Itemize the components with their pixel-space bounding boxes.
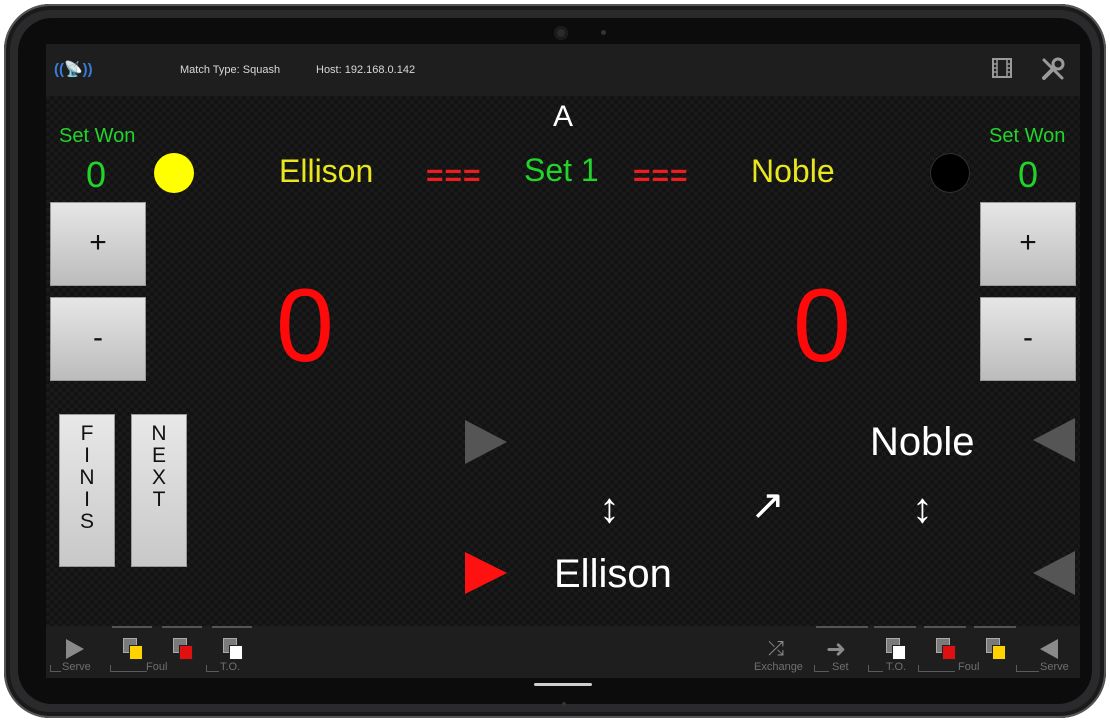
right-set-separator: === [633,159,689,192]
divider [918,665,955,672]
right-serve-label: Serve [1040,661,1069,673]
set-label-bottom: Set [832,661,849,673]
broadcast-icon[interactable]: ((📡)) [54,60,93,78]
right-foul-label: Foul [958,661,980,673]
next-button[interactable]: N E X T [131,414,187,567]
finish-letter: F [80,422,94,445]
next-letter: X [151,466,166,489]
left-player-name: Ellison [279,153,374,189]
divider [112,626,152,628]
left-set-separator: === [426,159,482,192]
left-yellow-card-icon[interactable] [123,638,143,660]
right-red-card-icon[interactable] [936,638,956,660]
bottom-left-serve-arrow-icon[interactable] [465,552,507,594]
tools-icon[interactable] [1040,56,1066,87]
diagonal-switch-icon[interactable]: ↗ [750,484,785,526]
left-timeout-card-icon[interactable] [223,638,243,660]
right-player-name: Noble [751,153,835,189]
front-camera [554,26,568,40]
divider [206,665,219,672]
finish-letter: I [84,488,90,511]
serve-top-player-name: Noble [870,420,975,464]
next-letter: N [151,422,167,445]
right-score: 0 [793,268,851,384]
right-timeout-card-icon[interactable] [886,638,906,660]
divider [162,626,202,628]
serve-bottom-player-name: Ellison [554,552,672,596]
court-label: A [553,100,574,133]
left-sets-won: 0 [86,154,107,195]
right-serve-icon[interactable] [1040,639,1058,659]
right-plus-button[interactable]: + [980,202,1076,286]
exchange-label: Exchange [754,661,803,673]
divider [1016,665,1039,672]
swap-vertical-left-icon[interactable]: ↕ [599,487,620,529]
film-icon[interactable] [990,56,1014,85]
next-letter: E [151,444,166,467]
bottom-right-serve-arrow-icon[interactable] [1033,551,1075,595]
finish-letter: I [84,444,90,467]
top-right-serve-arrow-icon[interactable] [1033,418,1075,462]
host-label: Host: 192.168.0.142 [316,64,416,76]
right-yellow-card-icon[interactable] [986,638,1006,660]
finish-button[interactable]: F I N I S [59,414,115,567]
divider [924,626,966,628]
next-letter: T [152,488,166,511]
left-set-won-label: Set Won [59,125,136,147]
set-label: Set 1 [524,152,599,188]
right-sets-won: 0 [1018,154,1039,195]
swap-vertical-right-icon[interactable]: ↕ [912,487,933,529]
divider [816,626,868,628]
divider [212,626,252,628]
right-timeout-label: T.O. [886,661,907,673]
camera-sensor [601,30,606,35]
left-player-ball[interactable] [154,153,194,193]
finish-letter: S [79,510,94,533]
left-foul-label: Foul [146,661,168,673]
tablet-sensor-dot [562,702,566,706]
left-plus-button[interactable]: + [50,202,146,286]
left-timeout-label: T.O. [220,661,241,673]
left-serve-icon[interactable] [66,639,84,659]
bottom-bar: Serve Foul T.O. ⤮ ➜ Exchange Set T.O. Fo… [46,626,1080,678]
divider [874,626,916,628]
left-minus-button[interactable]: - [50,297,146,381]
divider [50,665,61,672]
divider [974,626,1016,628]
left-serve-label: Serve [62,661,91,673]
right-set-won-label: Set Won [989,125,1066,147]
top-left-serve-arrow-icon[interactable] [465,420,507,464]
shuffle-icon[interactable]: ⤮ [768,638,784,661]
app-screen: ((📡)) Match Type: Squash Host: 192.168.0… [46,44,1080,678]
left-score: 0 [276,268,334,384]
divider [868,665,883,672]
divider [110,665,147,672]
divider [814,665,829,672]
top-bar: ((📡)) Match Type: Squash Host: 192.168.0… [46,44,1080,96]
finish-letter: N [79,466,95,489]
set-arrow-icon[interactable]: ➜ [826,635,846,664]
right-minus-button[interactable]: - [980,297,1076,381]
right-player-ball[interactable] [930,153,970,193]
left-red-card-icon[interactable] [173,638,193,660]
match-type-label: Match Type: Squash [180,64,281,76]
home-indicator[interactable] [534,683,592,686]
